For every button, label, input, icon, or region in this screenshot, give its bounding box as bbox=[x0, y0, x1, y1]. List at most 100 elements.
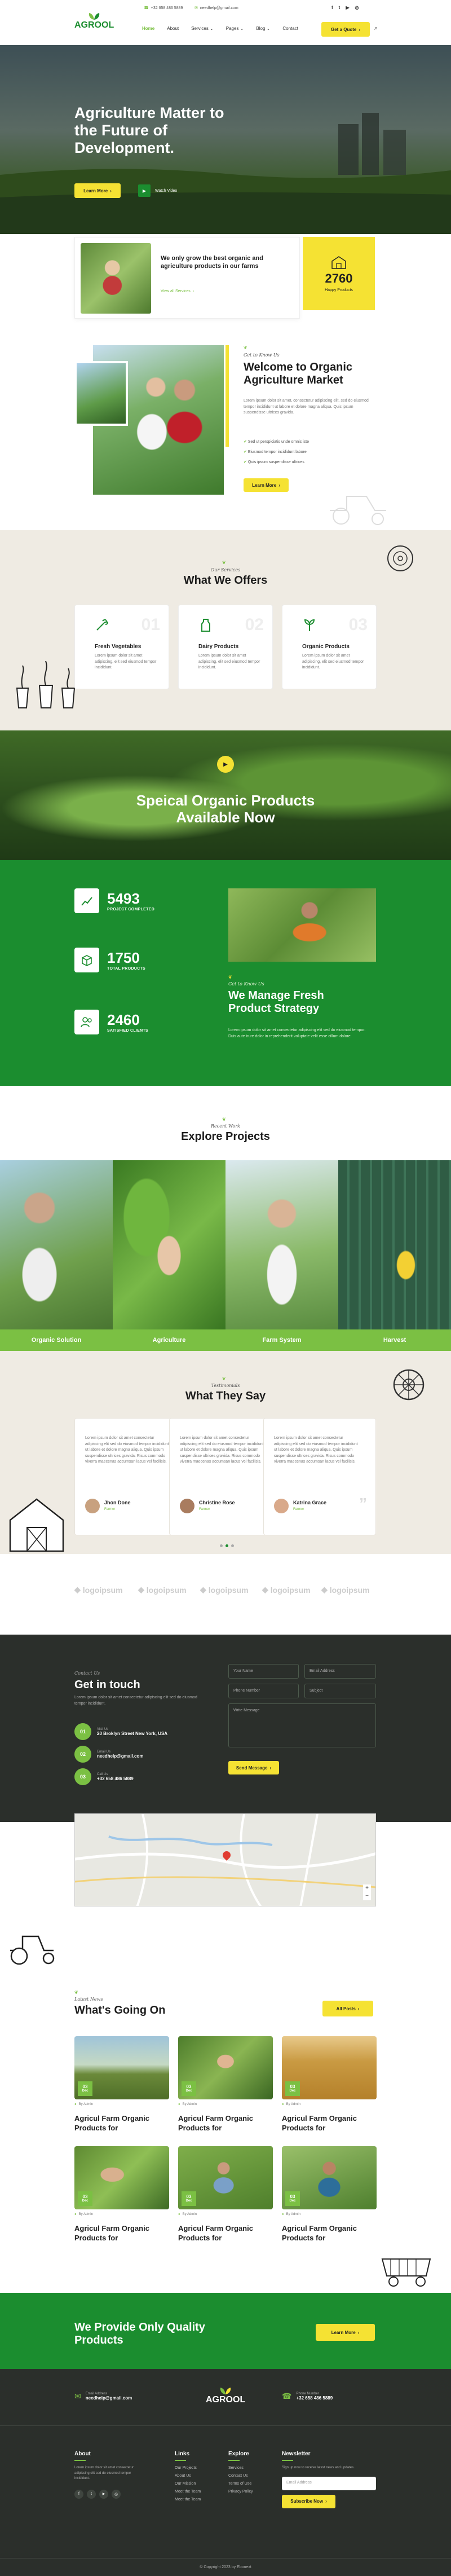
testimonial-text: Lorem ipsum dolor sit amet consectetur a… bbox=[274, 1436, 358, 1464]
message-field[interactable]: Write Message bbox=[228, 1703, 376, 1747]
youtube-icon[interactable]: ▶ bbox=[346, 5, 349, 10]
instagram-icon[interactable]: ◎ bbox=[355, 5, 359, 10]
check-item: ✔ Eiusmod tempor incididunt labore bbox=[244, 450, 307, 455]
happy-products-count: 2760 bbox=[325, 271, 353, 285]
arrow-right-icon: › bbox=[357, 2006, 360, 2011]
map-zoom-controls[interactable]: + − bbox=[363, 1884, 371, 1900]
nav-services[interactable]: Services ⌄ bbox=[191, 26, 214, 31]
footer-link[interactable]: Our Projects bbox=[175, 2464, 201, 2472]
youtube-icon[interactable]: ▶ bbox=[99, 2489, 108, 2499]
footer-link[interactable]: Our Mission bbox=[175, 2480, 201, 2488]
post-title[interactable]: Agricul Farm Organic Products for bbox=[74, 2114, 169, 2133]
tractor-sketch-icon bbox=[330, 496, 386, 525]
footer-newsletter-title: Newsletter bbox=[282, 2451, 311, 2457]
twitter-icon[interactable]: t bbox=[339, 5, 341, 10]
contact-title: Get in touch bbox=[74, 1679, 140, 1691]
footer-link[interactable]: About Us bbox=[175, 2472, 201, 2480]
subscribe-button[interactable]: Subscribe Now › bbox=[282, 2494, 335, 2508]
footer-explore: Explore Services Contact Us Terms of Use… bbox=[228, 2451, 253, 2496]
social-links: f t ▶ ◎ bbox=[331, 5, 359, 10]
brand-logo: ◆ logoipsum bbox=[74, 1585, 123, 1595]
instagram-icon[interactable]: ◎ bbox=[112, 2489, 121, 2499]
blog-subtitle: Latest News bbox=[74, 1997, 103, 2002]
footer-link[interactable]: Privacy Policy bbox=[228, 2488, 253, 2496]
nav-contact[interactable]: Contact bbox=[282, 26, 298, 31]
watch-video-button[interactable]: ▶ Watch Video bbox=[138, 184, 177, 197]
footer-about: About Lorem ipsum dolor sit amet consect… bbox=[74, 2451, 136, 2499]
project-card[interactable]: Farm System bbox=[226, 1160, 338, 1351]
nav-blog[interactable]: Blog ⌄ bbox=[256, 26, 270, 31]
cta-learn-more-button[interactable]: Learn More › bbox=[316, 2324, 375, 2341]
post-title[interactable]: Agricul Farm Organic Products for bbox=[74, 2224, 169, 2243]
topbar-phone[interactable]: ☎ +32 658 486 5889 bbox=[144, 6, 183, 11]
footer-link[interactable]: Terms of Use bbox=[228, 2480, 253, 2488]
post-image[interactable]: 03 Dec bbox=[74, 2146, 169, 2209]
title-underline bbox=[74, 2460, 86, 2461]
welcome-learn-more-button[interactable]: Learn More › bbox=[244, 478, 289, 492]
footer-email[interactable]: needhelp@gmail.com bbox=[86, 2396, 132, 2401]
email-field[interactable]: Email Address bbox=[304, 1664, 376, 1679]
offer-card[interactable]: 01 Fresh Vegetables Lorem ipsum dolor si… bbox=[74, 605, 169, 689]
get-quote-button[interactable]: Get a Quote › bbox=[321, 22, 370, 37]
post-title[interactable]: Agricul Farm Organic Products for bbox=[178, 2114, 273, 2133]
phone-field[interactable]: Phone Number bbox=[228, 1684, 299, 1698]
post-image[interactable]: 03 Dec bbox=[178, 2036, 273, 2099]
offer-number: 01 bbox=[141, 615, 160, 634]
facebook-icon[interactable]: f bbox=[74, 2489, 83, 2499]
hero-learn-more-button[interactable]: Learn More › bbox=[74, 183, 121, 198]
contact-value[interactable]: +32 658 486 5889 bbox=[97, 1776, 134, 1781]
post-image[interactable]: 03 Dec bbox=[282, 2036, 377, 2099]
post-meta: ● By Admin bbox=[282, 2103, 300, 2106]
post-image[interactable]: 03 Dec bbox=[74, 2036, 169, 2099]
project-label: Organic Solution bbox=[0, 1329, 113, 1351]
offers-leaf-icon: ❦ bbox=[222, 560, 226, 565]
all-posts-button[interactable]: All Posts › bbox=[322, 2001, 373, 2016]
project-card[interactable]: Organic Solution bbox=[0, 1160, 113, 1351]
welcome-accent-bar bbox=[226, 345, 229, 447]
footer-logo[interactable]: AGROOL bbox=[206, 2387, 245, 2405]
name-field[interactable]: Your Name bbox=[228, 1664, 299, 1679]
offer-card[interactable]: 03 Organic Products Lorem ipsum dolor si… bbox=[282, 605, 377, 689]
date-badge: 03 Dec bbox=[78, 2081, 92, 2096]
post-title[interactable]: Agricul Farm Organic Products for bbox=[282, 2114, 377, 2133]
wheel-sketch-icon bbox=[393, 1369, 425, 1401]
video-play-button[interactable]: ▶ bbox=[217, 756, 234, 773]
map[interactable]: + − bbox=[74, 1813, 376, 1906]
twitter-icon[interactable]: t bbox=[87, 2489, 96, 2499]
leaf-icon bbox=[220, 2388, 231, 2394]
project-card[interactable]: Agriculture bbox=[113, 1160, 226, 1351]
date-badge: 03 Dec bbox=[285, 2191, 300, 2206]
nav-about[interactable]: About bbox=[167, 26, 179, 31]
offer-card[interactable]: 02 Dairy Products Lorem ipsum dolor sit … bbox=[178, 605, 273, 689]
logo-text: AGROOL bbox=[74, 20, 114, 30]
post-image[interactable]: 03 Dec bbox=[282, 2146, 377, 2209]
footer-link[interactable]: Contact Us bbox=[228, 2472, 253, 2480]
post-image[interactable]: 03 Dec bbox=[178, 2146, 273, 2209]
avatar bbox=[274, 1499, 289, 1513]
copyright-bar: © Copyright 2023 by Ebonext bbox=[0, 2558, 451, 2576]
footer-link[interactable]: Services bbox=[228, 2464, 253, 2472]
footer-phone[interactable]: +32 658 486 5889 bbox=[296, 2396, 333, 2401]
contact-value[interactable]: needhelp@gmail.com bbox=[97, 1754, 143, 1759]
footer-link[interactable]: Meet the Team bbox=[175, 2488, 201, 2496]
quote-icon: ” bbox=[359, 1495, 367, 1512]
footer-link[interactable]: Meet the Team bbox=[175, 2496, 201, 2504]
carousel-dot[interactable] bbox=[220, 1544, 223, 1547]
search-icon[interactable]: ⌕ bbox=[374, 25, 378, 32]
send-message-button[interactable]: Send Message › bbox=[228, 1761, 279, 1774]
testimonial-role: Farmer bbox=[104, 1508, 116, 1511]
post-title[interactable]: Agricul Farm Organic Products for bbox=[282, 2224, 377, 2243]
facebook-icon[interactable]: f bbox=[331, 5, 333, 10]
logo[interactable]: AGROOL bbox=[74, 12, 114, 30]
carousel-dot[interactable] bbox=[231, 1544, 234, 1547]
project-card[interactable]: Harvest bbox=[338, 1160, 451, 1351]
subject-field[interactable]: Subject bbox=[304, 1684, 376, 1698]
post-title[interactable]: Agricul Farm Organic Products for bbox=[178, 2224, 273, 2243]
view-services-link[interactable]: View all Services › bbox=[161, 289, 194, 293]
users-icon bbox=[74, 1010, 99, 1034]
nav-pages[interactable]: Pages ⌄ bbox=[226, 26, 244, 31]
topbar-email[interactable]: ✉ needhelp@gmail.com bbox=[194, 6, 238, 11]
newsletter-email-input[interactable]: Email Address bbox=[282, 2476, 376, 2490]
carousel-dot-active[interactable] bbox=[226, 1544, 228, 1547]
nav-home[interactable]: Home bbox=[142, 26, 154, 31]
